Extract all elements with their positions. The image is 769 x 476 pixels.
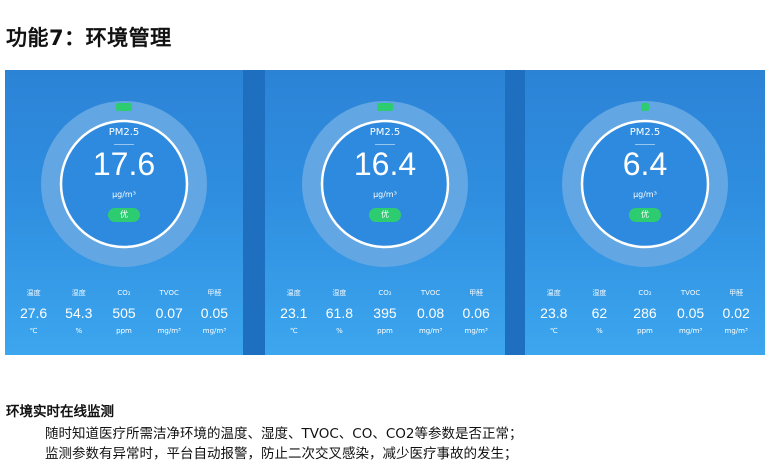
- metric-unit: ℃: [289, 327, 298, 335]
- gauge-divider: [375, 144, 395, 145]
- metric-unit: %: [596, 327, 603, 335]
- metric-unit: mg/m³: [418, 327, 443, 335]
- metric-unit: ppm: [637, 327, 653, 335]
- monitor-panel: PM2.5 16.4 μg/m³ 优 温度 23.1 ℃ 湿度 61.8 % C…: [265, 70, 505, 355]
- metric-co2: CO₂ 505 ppm: [101, 287, 146, 339]
- metric-unit: mg/m³: [724, 327, 748, 335]
- metric-unit: ppm: [377, 327, 393, 335]
- metric-unit: mg/m³: [678, 327, 703, 335]
- gauge-value: 17.6: [92, 146, 156, 182]
- gauge-ring-graphic: [562, 101, 728, 267]
- metric-unit: ℃: [29, 327, 38, 335]
- metric-value: 286: [633, 305, 657, 321]
- metric-value: 54.3: [65, 305, 93, 321]
- metric-unit: %: [336, 327, 343, 335]
- metric-name: 湿度: [592, 289, 607, 297]
- metric-name: 湿度: [71, 289, 86, 297]
- metric-value: 0.05: [200, 305, 229, 321]
- pm25-gauge: PM2.5 6.4 μg/m³ 优: [561, 100, 729, 268]
- metric-name: CO₂: [378, 289, 392, 297]
- metric-temperature: 温度 23.8 ℃: [531, 287, 577, 339]
- metric-name: 温度: [546, 289, 561, 297]
- air-quality-badge: 优: [629, 208, 661, 222]
- metric-name: 甲醛: [207, 289, 222, 297]
- metric-name: TVOC: [680, 289, 701, 297]
- gauge-divider: [635, 144, 655, 145]
- panel-divider: [243, 70, 265, 355]
- gauge-label: PM2.5: [629, 127, 661, 138]
- metric-unit: ppm: [116, 327, 132, 335]
- metric-value: 0.07: [155, 305, 183, 321]
- metrics-row: 温度 23.8 ℃ 湿度 62 % CO₂ 286 ppm TVOC 0.05 …: [531, 287, 759, 339]
- gauge-label: PM2.5: [369, 127, 401, 138]
- metric-name: 湿度: [332, 289, 347, 297]
- monitor-panel: PM2.5 17.6 μg/m³ 优 温度 27.6 ℃ 湿度 54.3 % C…: [5, 70, 243, 355]
- pm25-gauge: PM2.5 17.6 μg/m³ 优: [40, 100, 208, 268]
- metric-value: 27.6: [19, 305, 48, 321]
- metric-value: 505: [112, 305, 136, 321]
- description-line: 随时知道医疗所需洁净环境的温度、湿度、TVOC、CO、CO2等参数是否正常；: [45, 426, 523, 442]
- metric-value: 0.05: [676, 305, 705, 321]
- metric-humidity: 湿度 62 %: [577, 287, 623, 339]
- panel-divider: [505, 70, 525, 355]
- gauge-unit: μg/m³: [112, 190, 136, 199]
- air-quality-badge: 优: [108, 208, 140, 222]
- gauge-level-indicator: [116, 103, 132, 111]
- metrics-row: 温度 27.6 ℃ 湿度 54.3 % CO₂ 505 ppm TVOC 0.0…: [11, 287, 237, 339]
- metric-value: 0.06: [462, 305, 490, 321]
- metric-unit: mg/m³: [464, 327, 488, 335]
- page-heading: 功能7：环境管理: [6, 26, 172, 50]
- metric-name: 甲醛: [469, 289, 484, 297]
- metric-name: CO₂: [117, 289, 131, 297]
- metric-value: 61.8: [325, 305, 354, 321]
- gauge-label: PM2.5: [108, 127, 140, 138]
- metric-unit: mg/m³: [202, 327, 227, 335]
- metric-value: 23.8: [540, 305, 568, 321]
- metric-tvoc: TVOC 0.07 mg/m³: [147, 287, 192, 339]
- gauge-value: 16.4: [353, 146, 417, 182]
- metric-temperature: 温度 27.6 ℃: [11, 287, 56, 339]
- metric-name: TVOC: [420, 289, 441, 297]
- metric-name: 温度: [26, 289, 41, 297]
- metric-value: 395: [373, 305, 397, 321]
- metric-formaldehyde: 甲醛 0.06 mg/m³: [453, 287, 499, 339]
- metric-name: TVOC: [159, 289, 179, 297]
- metric-name: 甲醛: [729, 289, 744, 297]
- metric-tvoc: TVOC 0.08 mg/m³: [408, 287, 454, 339]
- metric-value: 62: [591, 305, 608, 321]
- metric-unit: %: [75, 327, 83, 335]
- metric-tvoc: TVOC 0.05 mg/m³: [668, 287, 714, 339]
- gauge-ring-graphic: [302, 101, 468, 267]
- gauge-unit: μg/m³: [373, 190, 397, 199]
- metric-co2: CO₂ 286 ppm: [622, 287, 668, 339]
- gauge-value: 6.4: [622, 146, 668, 182]
- description-line: 监测参数有异常时，平台自动报警，防止二次交叉感染，减少医疗事故的发生；: [45, 446, 518, 462]
- gauge-unit: μg/m³: [633, 190, 657, 199]
- metric-name: 温度: [286, 289, 301, 297]
- pm25-gauge: PM2.5 16.4 μg/m³ 优: [301, 100, 469, 268]
- gauge-level-indicator: [377, 103, 393, 111]
- metric-formaldehyde: 甲醛 0.02 mg/m³: [713, 287, 759, 339]
- gauge-ring-graphic: [41, 101, 207, 267]
- metric-unit: ℃: [549, 327, 558, 335]
- monitor-panels: PM2.5 17.6 μg/m³ 优 温度 27.6 ℃ 湿度 54.3 % C…: [5, 70, 765, 355]
- monitor-panel: PM2.5 6.4 μg/m³ 优 温度 23.8 ℃ 湿度 62 % CO₂ …: [525, 70, 765, 355]
- metric-name: CO₂: [638, 289, 652, 297]
- metric-humidity: 湿度 61.8 %: [317, 287, 363, 339]
- metric-co2: CO₂ 395 ppm: [362, 287, 408, 339]
- metric-formaldehyde: 甲醛 0.05 mg/m³: [192, 287, 237, 339]
- gauge-divider: [114, 144, 134, 145]
- metric-value: 23.1: [280, 305, 308, 321]
- metric-value: 0.08: [416, 305, 445, 321]
- metric-humidity: 湿度 54.3 %: [56, 287, 101, 339]
- metrics-row: 温度 23.1 ℃ 湿度 61.8 % CO₂ 395 ppm TVOC 0.0…: [271, 287, 499, 339]
- metric-value: 0.02: [722, 305, 750, 321]
- air-quality-badge: 优: [369, 208, 401, 222]
- metric-temperature: 温度 23.1 ℃: [271, 287, 317, 339]
- section-title: 环境实时在线监测: [6, 404, 114, 420]
- gauge-level-indicator: [641, 103, 649, 111]
- metric-unit: mg/m³: [157, 327, 181, 335]
